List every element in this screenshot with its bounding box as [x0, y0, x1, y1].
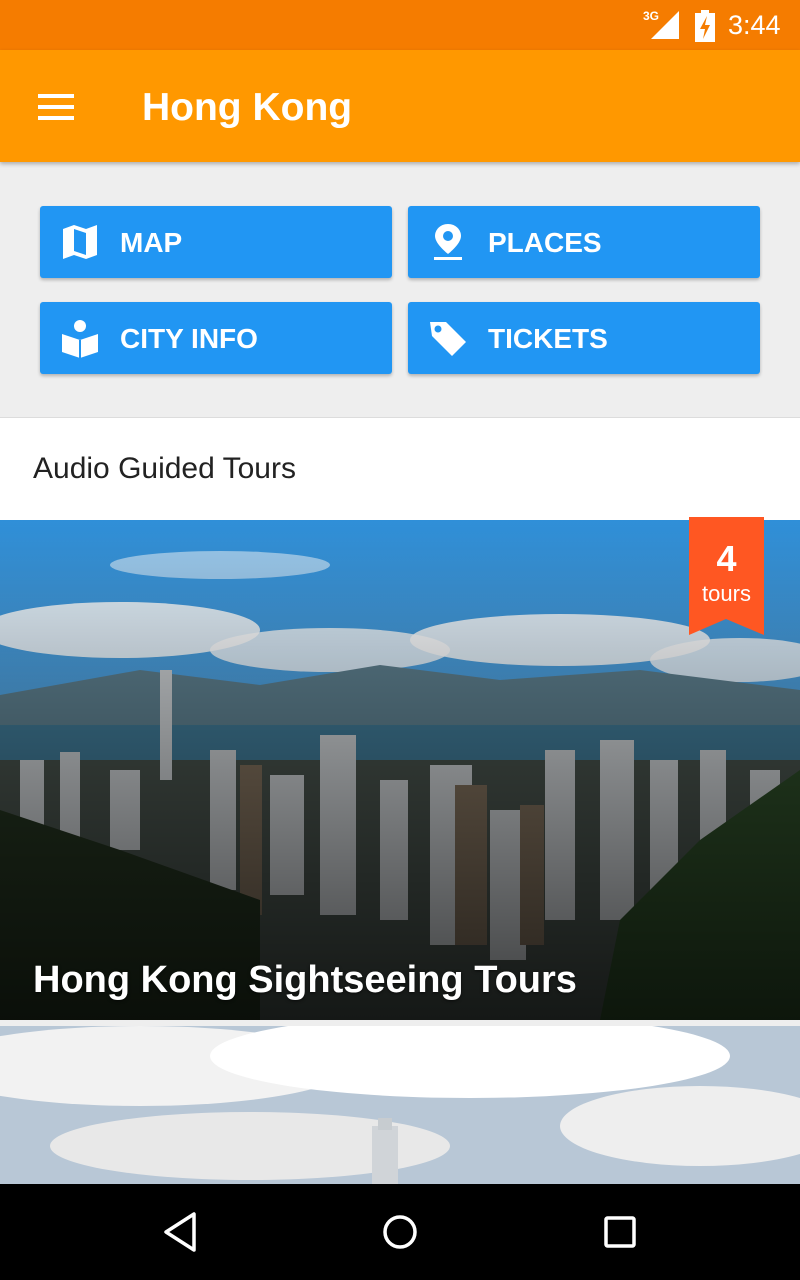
battery-charging-icon [694, 10, 716, 42]
status-bar: 3G 3:44 [0, 0, 800, 50]
tour-image [0, 520, 800, 1020]
tour-image [0, 1026, 800, 1184]
home-icon [383, 1215, 417, 1249]
hamburger-menu-icon [38, 94, 74, 120]
back-button[interactable] [144, 1196, 216, 1268]
tour-count-unit: tours [702, 581, 751, 606]
quick-actions: MAP PLACES CITY INFO TICKETS [0, 162, 800, 416]
signal-icon: 3G [643, 9, 683, 41]
status-time: 3:44 [728, 10, 781, 40]
city-info-button[interactable]: CITY INFO [40, 302, 392, 374]
tour-count-badge: 4 tours [689, 517, 764, 635]
city-info-book-icon [62, 320, 98, 358]
map-button-label: MAP [120, 227, 183, 258]
city-info-button-label: CITY INFO [120, 323, 258, 354]
place-pin-icon [434, 224, 462, 260]
tour-card-second[interactable] [0, 1026, 800, 1184]
tour-title: Hong Kong Sightseeing Tours [33, 959, 577, 1001]
tour-card-sightseeing[interactable]: Hong Kong Sightseeing Tours [0, 520, 800, 1020]
app-bar: Hong Kong [0, 50, 800, 162]
back-icon [164, 1212, 196, 1252]
section-title: Audio Guided Tours [33, 452, 296, 485]
tickets-button-label: TICKETS [488, 323, 608, 354]
page-title: Hong Kong [142, 86, 353, 129]
network-type-label: 3G [643, 9, 660, 23]
places-button[interactable]: PLACES [408, 206, 760, 278]
ticket-tag-icon [430, 322, 466, 356]
recents-button[interactable] [584, 1196, 656, 1268]
tour-count: 4 [716, 538, 737, 579]
recents-icon [604, 1216, 636, 1248]
places-button-label: PLACES [488, 227, 602, 258]
home-button[interactable] [364, 1196, 436, 1268]
map-button[interactable]: MAP [40, 206, 392, 278]
navigation-bar [0, 1184, 800, 1280]
tickets-button[interactable]: TICKETS [408, 302, 760, 374]
menu-button[interactable] [20, 70, 92, 142]
map-icon [63, 225, 97, 259]
audio-tours-header: Audio Guided Tours [0, 417, 800, 520]
